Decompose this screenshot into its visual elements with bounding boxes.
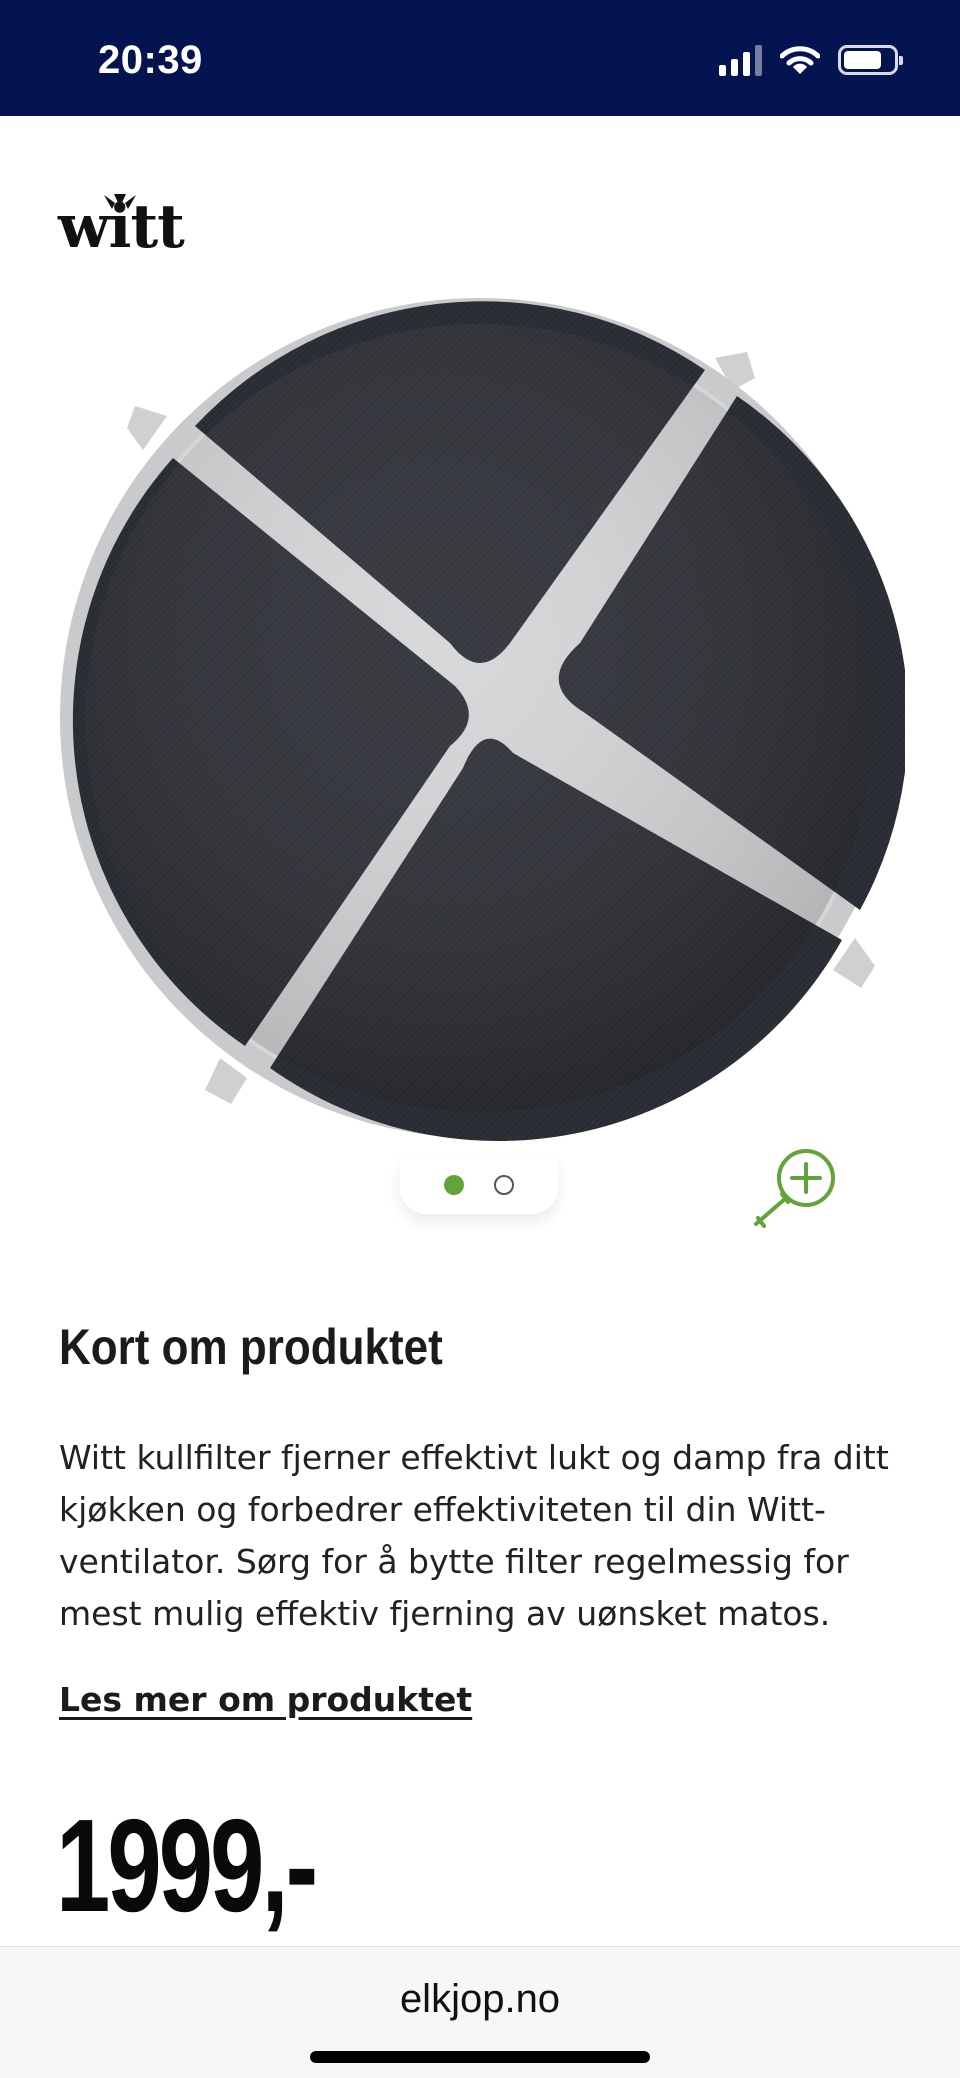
home-indicator[interactable] [310, 2051, 650, 2063]
cellular-signal-icon [719, 44, 762, 76]
carousel-dot-2[interactable] [494, 1175, 514, 1195]
price-suffix: ,- [261, 1792, 318, 1939]
url-text[interactable]: elkjop.no [0, 1977, 960, 2022]
status-bar: 20:39 [0, 0, 960, 116]
image-carousel-pagination [400, 1156, 558, 1214]
read-more-link[interactable]: Les mer om produktet [59, 1680, 472, 1719]
status-time: 20:39 [98, 38, 203, 82]
product-description: Witt kullfilter fjerner effektivt lukt o… [59, 1438, 889, 1633]
status-icons [719, 44, 903, 76]
zoom-in-icon[interactable] [748, 1146, 842, 1230]
price-value: 1999 [56, 1792, 264, 1939]
battery-icon [838, 45, 903, 75]
wifi-icon [780, 46, 820, 74]
section-title: Kort om produktet [59, 1319, 443, 1375]
product-image[interactable] [55, 298, 905, 1148]
carousel-dot-1[interactable] [444, 1175, 464, 1195]
price: 1999,- [56, 1800, 318, 1932]
brand-logo-mark [104, 194, 136, 209]
browser-url-bar[interactable]: elkjop.no [0, 1946, 960, 2078]
